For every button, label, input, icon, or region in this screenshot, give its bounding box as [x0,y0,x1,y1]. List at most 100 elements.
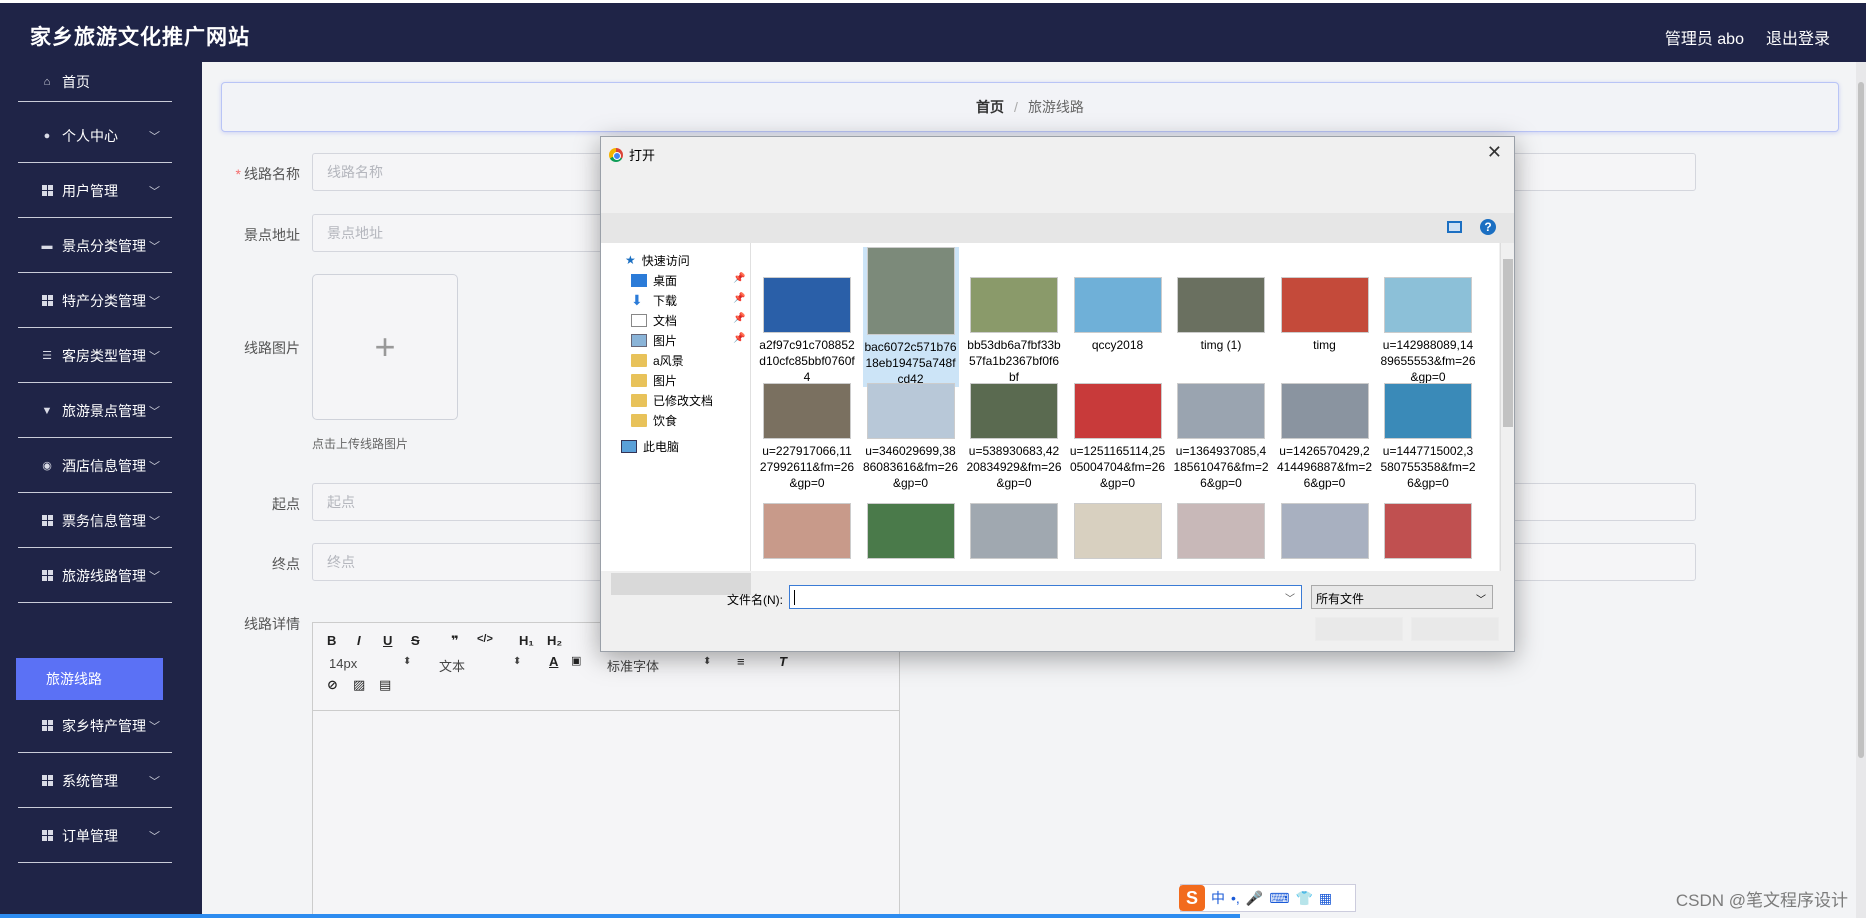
file-item[interactable] [759,493,855,563]
chevron-down-icon: ﹀ [149,721,160,733]
file-item[interactable] [1277,493,1373,563]
sidebar-item-hotel[interactable]: ◉ 酒店信息管理 ﹀ [18,439,172,493]
file-item[interactable]: u=1251165114,2505004704&fm=26&gp=0 [1070,373,1166,491]
background-color-icon[interactable]: ▣ [571,654,581,667]
h1-button[interactable]: H₁ [519,633,534,648]
sidebar-item-label: 家乡特产管理 [62,717,146,734]
chevron-down-icon: ﹀ [149,186,160,198]
sidebar-item-home[interactable]: ⌂ 首页 [18,62,172,102]
file-thumbnail [1384,383,1472,439]
file-item[interactable]: u=538930683,4220834929&fm=26&gp=0 [966,373,1062,491]
sidebar-item-orders[interactable]: 订单管理 ﹀ [18,809,172,863]
breadcrumb-home[interactable]: 首页 [976,97,1004,117]
file-item[interactable]: qccy2018 [1070,247,1166,353]
file-item[interactable] [1070,493,1166,563]
file-item[interactable] [966,493,1062,563]
nav-folder-pictures[interactable]: 图片 [631,371,677,389]
cancel-button[interactable] [1411,617,1499,641]
address-input[interactable]: 景点地址 [312,214,612,252]
file-item[interactable]: timg [1277,247,1373,353]
file-list-scrollbar[interactable] [1500,243,1514,571]
toolbox-icon[interactable]: ▦ [1319,890,1332,907]
strike-button[interactable]: S [411,633,420,648]
nav-documents[interactable]: 文档 [631,311,677,329]
file-item[interactable]: u=346029699,38860836​16&fm=26&gp=0 [863,373,959,491]
nav-pictures[interactable]: 图片 [631,331,677,349]
align-icon[interactable]: ≡ [737,654,745,669]
help-icon[interactable]: ? [1480,219,1496,235]
sidebar-item-specialty-category[interactable]: 特产分类管理 ﹀ [18,274,172,328]
image-icon[interactable]: ▨ [353,677,365,693]
nav-desktop[interactable]: 桌面 [631,271,677,289]
code-button[interactable]: </> [477,633,493,645]
sidebar-item-system[interactable]: 系统管理 ﹀ [18,754,172,808]
nav-folder-scenery[interactable]: a风景 [631,351,684,369]
sidebar-item-tickets[interactable]: 票务信息管理 ﹀ [18,494,172,548]
admin-user-label[interactable]: 管理员 abo [1665,25,1744,49]
nav-folder-food[interactable]: 饮食 [631,411,677,429]
ime-toolbar[interactable]: S 中 •, 🎤 ⌨ 👕 ▦ [1179,884,1356,912]
file-item[interactable]: u=1426570429,2414496887&fm=26&gp=0 [1277,373,1373,491]
font-color-icon[interactable]: A [549,654,558,669]
dialog-title: 打开 [609,145,655,164]
file-item[interactable]: timg (1) [1173,247,1269,353]
sidebar-item-users[interactable]: 用户管理 ﹀ [18,164,172,218]
font-family-select[interactable]: 标准字体 [607,656,659,675]
chevron-down-icon: ﹀ [149,131,160,143]
file-item[interactable]: u=227917066,1127992611&fm=26&gp=0 [759,373,855,491]
sidebar-item-routes[interactable]: 旅游线路管理 ﹀ [18,549,172,603]
sidebar-item-room-type[interactable]: ☰ 客房类型管理 ﹀ [18,329,172,383]
file-thumbnail [763,383,851,439]
nav-this-pc[interactable]: 此电脑 [621,437,679,455]
microphone-icon[interactable]: 🎤 [1246,890,1263,907]
quote-button[interactable]: ❞ [451,633,459,649]
file-item[interactable]: u=142988089,14896555​53&fm=26&gp=0 [1380,247,1476,385]
file-item[interactable]: bac6072c571b7618eb19475a748fcd42 [862,247,959,387]
chevron-down-icon: ﹀ [1285,594,1295,605]
file-item[interactable]: u=1447715002,3580755358&fm=26&gp=0 [1380,373,1476,491]
clear-format-icon[interactable]: T [779,654,787,669]
end-label: 终点 [272,556,300,572]
h2-button[interactable]: H₂ [547,633,562,648]
filetype-select[interactable]: 所有文件 ﹀ [1311,585,1493,609]
sidebar-subitem-routes[interactable]: 旅游线路 [16,658,163,700]
file-item[interactable]: bb53db6a7fbf33b57fa1b2367bf0f6bf [966,247,1062,385]
punctuation-icon[interactable]: •, [1231,890,1240,906]
file-item[interactable]: a2f97c91c708852d10cfc85bbf0760f4 [759,247,855,385]
italic-button[interactable]: I [357,633,361,648]
font-size-select[interactable]: 14px [329,656,357,671]
ime-lang[interactable]: 中 [1211,888,1225,908]
video-icon[interactable]: ▤ [379,677,391,693]
open-button[interactable] [1315,617,1403,641]
grid-icon [40,719,54,733]
editor-side-area [900,622,1860,918]
header-select[interactable]: 文本 [439,656,465,675]
file-item[interactable] [1380,493,1476,563]
file-thumbnail [763,277,851,333]
nav-folder-modified-docs[interactable]: 已修改文档 [631,391,713,409]
sidebar-item-label: 首页 [62,73,90,90]
nav-quick-access[interactable]: ★ 快速访问 [625,251,690,269]
upload-image-button[interactable]: + [312,274,458,420]
sidebar-item-specialties[interactable]: 家乡特产管理 ﹀ [18,699,172,753]
page-scrollbar[interactable] [1856,62,1866,918]
filename-input[interactable]: ﹀ [789,585,1302,609]
file-item[interactable] [1173,493,1269,563]
underline-button[interactable]: U [383,633,392,648]
file-item[interactable]: u=1364937085,4185610476&fm=26&gp=0 [1173,373,1269,491]
close-icon[interactable]: ✕ [1487,142,1502,163]
sidebar-item-personal[interactable]: ● 个人中心 ﹀ [18,109,172,163]
file-item[interactable] [863,493,959,563]
nav-downloads[interactable]: ⬇ 下载 [631,291,677,309]
keyboard-icon[interactable]: ⌨ [1269,890,1289,907]
sidebar-item-scenic-category[interactable]: ▬ 景点分类管理 ﹀ [18,219,172,273]
file-thumbnail [1073,503,1162,559]
link-icon[interactable]: ⊘ [327,677,338,693]
logout-link[interactable]: 退出登录 [1766,25,1830,49]
skin-icon[interactable]: 👕 [1295,890,1312,907]
navigation-pane: ★ 快速访问 桌面 📌 ⬇ 下载 📌 文档 📌 图片 📌 a风景 图片 已修改文档 … [601,243,751,595]
preview-pane-icon[interactable] [1447,221,1462,233]
sidebar-item-scenic-spots[interactable]: ▼ 旅游景点管理 ﹀ [18,384,172,438]
bold-button[interactable]: B [327,633,336,648]
sidebar-item-label: 景点分类管理 [62,237,146,254]
